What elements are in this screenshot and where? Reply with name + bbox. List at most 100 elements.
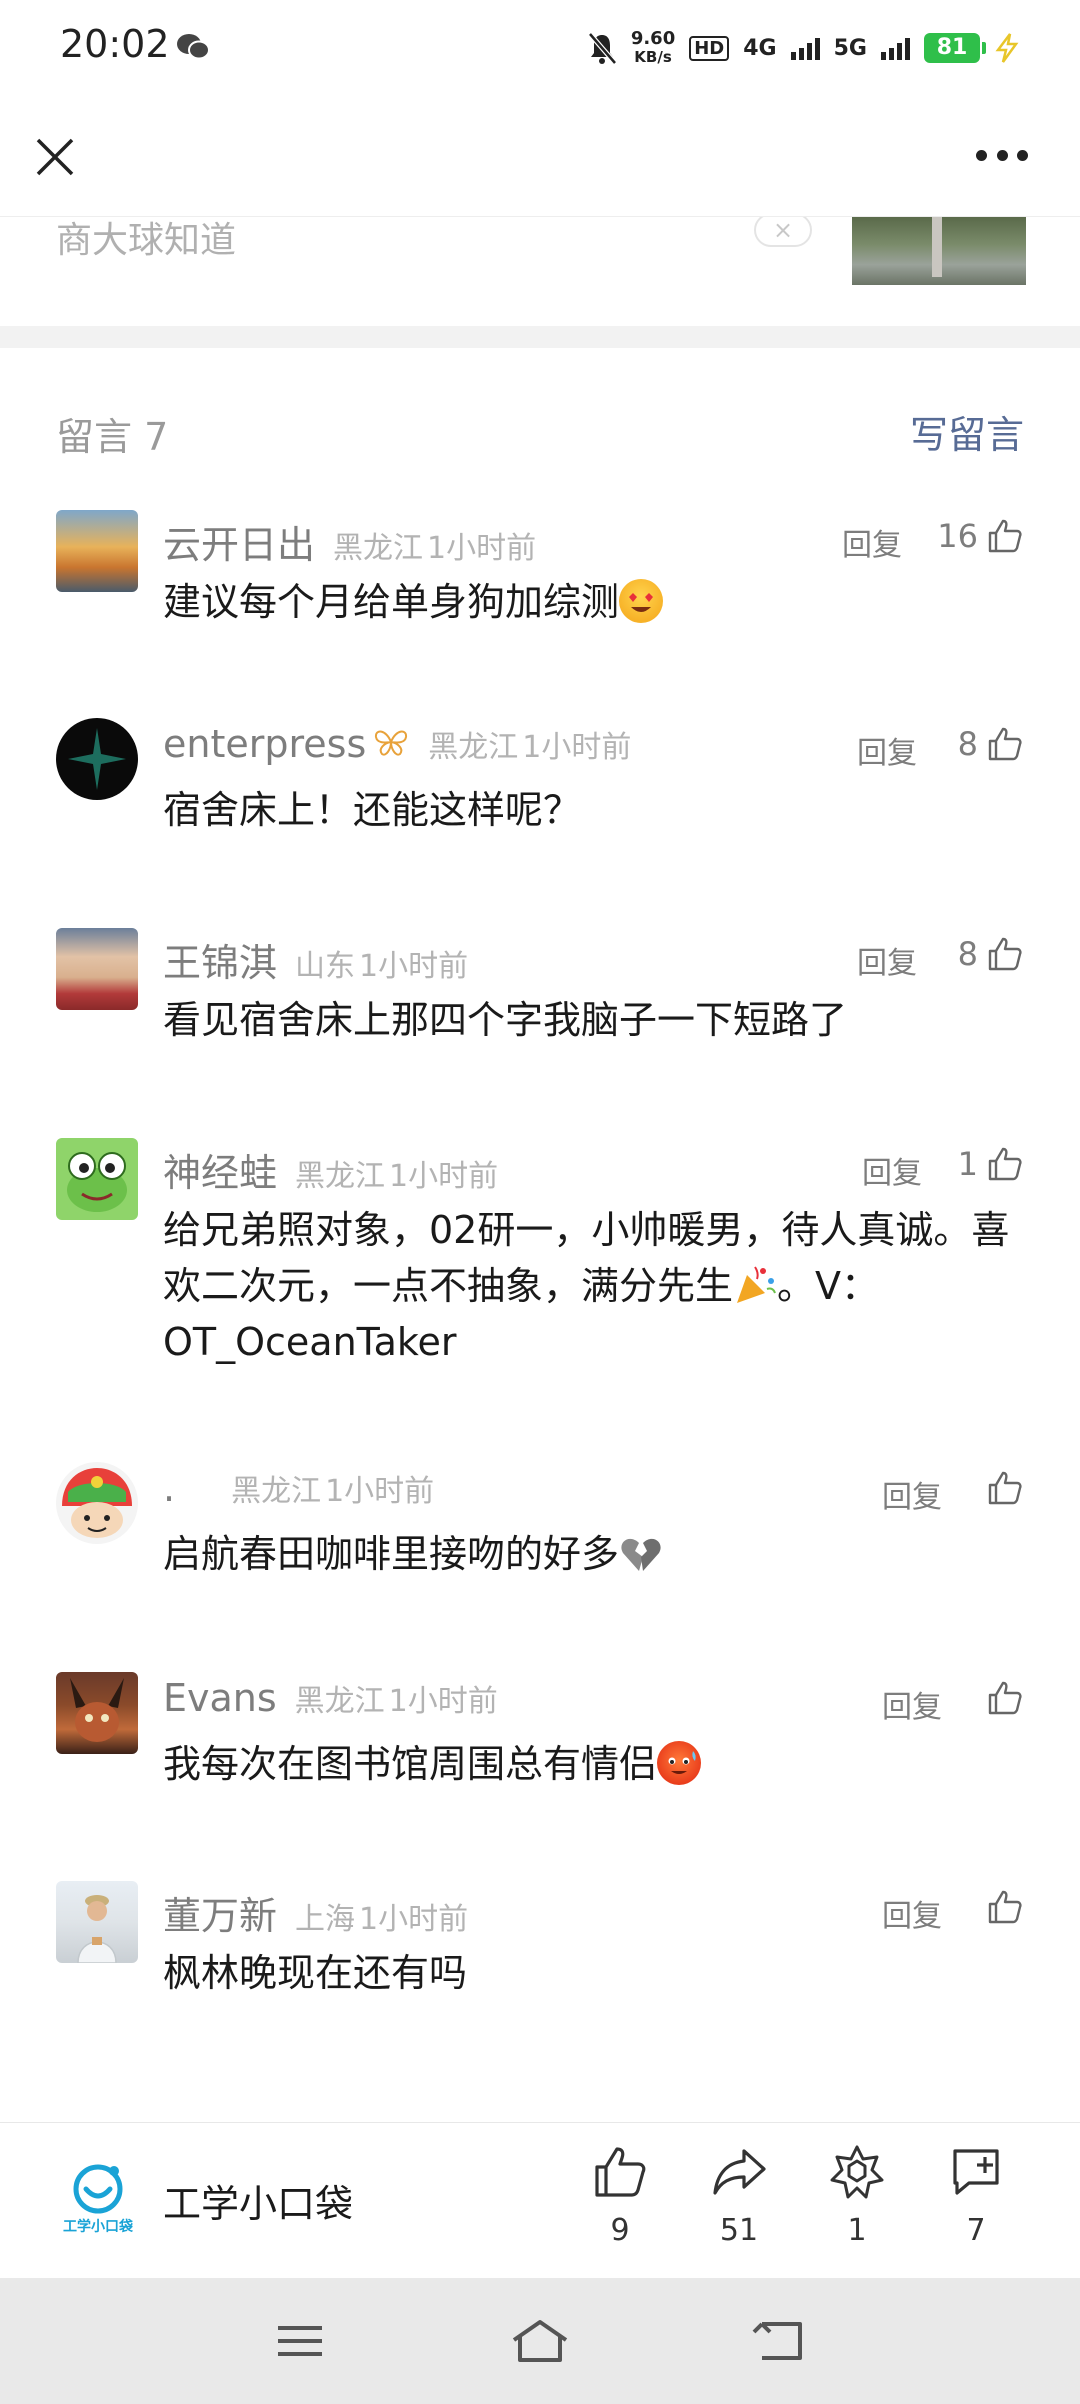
article-action-bar: 工学小口袋 工学小口袋 9 51 1 7	[0, 2122, 1080, 2278]
related-article-thumbnail	[852, 217, 1026, 285]
like-button[interactable]: 1	[958, 1142, 1024, 1186]
comment-time: 1小时前	[522, 730, 632, 765]
like-article-button[interactable]: 9	[570, 2143, 670, 2263]
comment-time: 1小时前	[359, 1902, 469, 1937]
reply-button[interactable]: 回复	[882, 1891, 942, 1935]
like-button[interactable]	[978, 1466, 1024, 1510]
menu-icon[interactable]	[270, 2316, 330, 2366]
comments-header: 留言 7 写留言	[0, 400, 1080, 460]
network-speed: 9.60 KB/s	[630, 28, 676, 67]
home-icon[interactable]	[510, 2316, 570, 2366]
comment-author[interactable]: enterpress	[163, 722, 366, 766]
thumbs-up-icon	[988, 1890, 1022, 1924]
comment-author[interactable]: 董万新	[163, 1885, 277, 1940]
like-button[interactable]	[978, 1885, 1024, 1929]
network-speed-unit: KB/s	[634, 48, 672, 66]
comment-time: 1小时前	[325, 1474, 435, 1509]
account-logo[interactable]: 工学小口袋	[56, 2159, 140, 2243]
back-icon[interactable]	[750, 2316, 810, 2366]
mute-bell-icon	[587, 32, 617, 65]
close-icon[interactable]	[30, 132, 80, 182]
share-count: 51	[719, 2213, 759, 2248]
account-name[interactable]: 工学小口袋	[163, 2173, 353, 2228]
avatar[interactable]	[56, 1881, 138, 1963]
reply-button[interactable]: 回复	[857, 728, 917, 772]
comment-plus-icon	[953, 2149, 999, 2195]
comment-item: 董万新 上海 1小时前 回复 枫林晚现在还有吗	[0, 1881, 1080, 2031]
like-button[interactable]: 16	[937, 514, 1024, 558]
comment-item: 神经蛙 黑龙江 1小时前 回复 1 给兄弟照对象，02研一，小帅暖男，待人真诚。…	[0, 1138, 1080, 1398]
like-button[interactable]	[978, 1676, 1024, 1720]
comment-location: 上海	[295, 1902, 356, 1937]
thumbs-up-icon	[988, 727, 1022, 761]
like-button[interactable]: 8	[958, 932, 1024, 976]
comment-time: 1小时前	[388, 1684, 498, 1719]
comment-location: 山东	[295, 949, 356, 984]
avatar[interactable]	[56, 1462, 138, 1544]
helmet-avatar-icon	[62, 1468, 132, 1538]
reply-button[interactable]: 回复	[882, 1682, 942, 1726]
avatar[interactable]	[56, 510, 138, 592]
status-time: 20:02	[60, 22, 170, 66]
avatar[interactable]	[56, 1138, 138, 1220]
heart-eyes-emoji	[619, 579, 664, 623]
system-navigation-bar	[0, 2278, 1080, 2404]
broken-heart-emoji	[619, 1531, 663, 1575]
comment-author[interactable]: 云开日出	[163, 514, 315, 569]
more-options-icon[interactable]	[976, 140, 1028, 170]
comment-text: 启航春田咖啡里接吻的好多	[163, 1526, 1023, 1582]
comment-author[interactable]: 王锦淇	[163, 932, 277, 987]
write-comment-button[interactable]: 写留言	[910, 404, 1024, 459]
comment-item: enterpress 黑龙江 1小时前 回复 8 宿舍床上！还能这样呢？	[0, 718, 1080, 868]
frog-avatar-icon	[67, 1152, 127, 1212]
thumbs-up-icon	[988, 519, 1022, 553]
section-divider	[0, 326, 1080, 348]
thumbs-up-icon	[988, 1471, 1022, 1505]
network-speed-value: 9.60	[630, 28, 676, 49]
comment-text: 我每次在图书馆周围总有情侣	[163, 1736, 1023, 1792]
wechat-notification-icon	[177, 34, 210, 60]
comment-count: 7	[966, 2213, 986, 2248]
avatar[interactable]	[56, 1672, 138, 1754]
party-popper-emoji	[733, 1263, 777, 1307]
reply-button[interactable]: 回复	[862, 1148, 922, 1192]
share-arrow-icon	[713, 2149, 766, 2195]
related-article-card[interactable]: 商大球知道 ×	[0, 216, 1080, 326]
signal-bars-1-icon	[790, 36, 820, 60]
comment-location: 黑龙江	[428, 730, 519, 765]
comment-text: 给兄弟照对象，02研一，小帅暖男，待人真诚。喜欢二次元，一点不抽象，满分先生 。V…	[163, 1202, 1033, 1370]
like-button[interactable]: 8	[958, 722, 1024, 766]
network-type-2: 5G	[833, 35, 867, 61]
comment-text: 宿舍床上！还能这样呢？	[163, 788, 582, 832]
comment-item: Evans 黑龙江 1小时前 回复 我每次在图书馆周围总有情侣	[0, 1672, 1080, 1822]
reply-button[interactable]: 回复	[882, 1472, 942, 1516]
thumbs-up-icon	[988, 1147, 1022, 1181]
comment-button[interactable]: 7	[926, 2143, 1026, 2263]
thumbs-up-icon	[988, 937, 1022, 971]
comment-time: 1小时前	[359, 949, 469, 984]
butterfly-badge-icon	[375, 730, 408, 756]
recommend-flower-icon	[830, 2145, 884, 2199]
comment-time: 1小时前	[427, 531, 537, 566]
recommend-button[interactable]: 1	[807, 2143, 907, 2263]
dismiss-card-button[interactable]: ×	[754, 217, 812, 247]
like-article-count: 9	[610, 2213, 630, 2248]
reply-button[interactable]: 回复	[857, 938, 917, 982]
comment-author[interactable]: .	[163, 1466, 175, 1510]
thumbs-up-icon	[988, 1681, 1022, 1715]
avatar[interactable]	[56, 928, 138, 1010]
cross-avatar-icon	[68, 728, 126, 790]
avatar[interactable]	[56, 718, 138, 800]
share-button[interactable]: 51	[689, 2143, 789, 2263]
like-count: 1	[957, 1145, 978, 1183]
reply-button[interactable]: 回复	[842, 520, 902, 564]
comments-count: 留言 7	[56, 415, 169, 459]
like-count: 16	[937, 517, 978, 555]
recommend-count: 1	[847, 2213, 867, 2248]
signal-bars-2-icon	[881, 36, 910, 60]
comment-item: . 黑龙江 1小时前 回复 启航春田咖啡里接吻的好多	[0, 1462, 1080, 1612]
comment-author[interactable]: Evans	[163, 1676, 277, 1720]
hd-badge: HD	[689, 35, 730, 61]
person-avatar-icon	[77, 1895, 117, 1963]
comment-author[interactable]: 神经蛙	[163, 1142, 277, 1197]
